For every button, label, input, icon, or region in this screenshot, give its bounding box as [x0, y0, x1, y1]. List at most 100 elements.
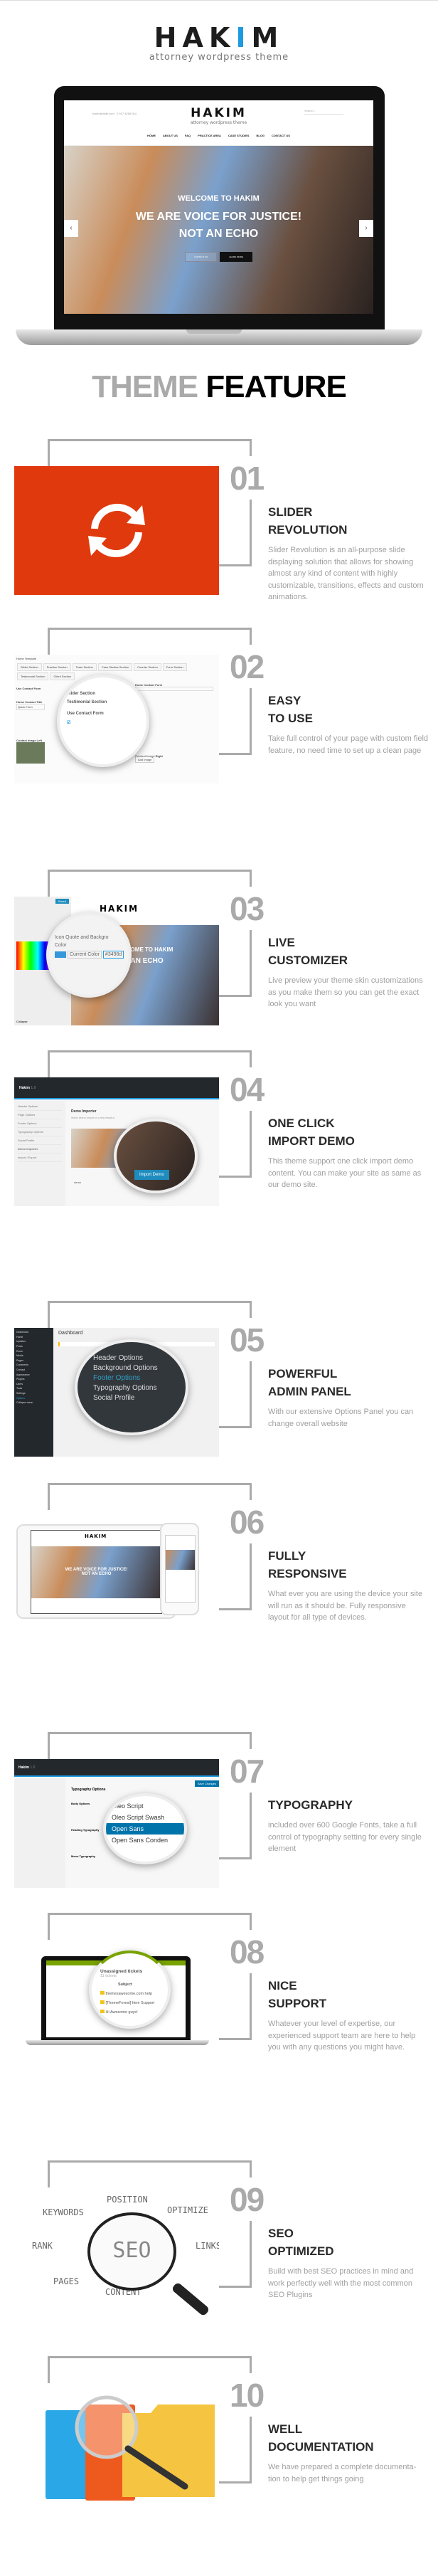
admin-menu-item[interactable]: Room [16, 1348, 51, 1353]
admin-menu-item[interactable]: Contact [16, 1368, 51, 1373]
bracket-divider [250, 1913, 252, 1930]
admin-menu-item[interactable]: Tools [16, 1386, 51, 1391]
bracket-divider [250, 1973, 252, 2040]
options-item[interactable]: Footer Options [93, 1374, 186, 1382]
font-option[interactable]: Oleo Script Swash [106, 1812, 184, 1823]
documentation-image [14, 2383, 219, 2512]
admin-menu-item[interactable]: Media [16, 1353, 51, 1358]
admin-menu-item[interactable]: Appearance [16, 1372, 51, 1377]
seo-magnifier-image: POSITION KEYWORDS OPTIMIZE RANK LINKS PAGES CO… [14, 2187, 219, 2316]
menu-item[interactable]: Footer Options [18, 1119, 62, 1128]
admin-menu-item[interactable]: Options [16, 1395, 51, 1400]
ticket-row[interactable]: Hi Awesome guys! [106, 2010, 138, 2015]
hero-headline: WE ARE VOICE FOR JUSTICE! NOT AN ECHO [135, 211, 302, 240]
nav-item[interactable]: ABOUT US [163, 134, 178, 137]
feature-number: 07 [230, 1753, 265, 1790]
tickets-heading: Unassigned tickets [100, 1969, 143, 1974]
tab-3[interactable]: Case Studies Section [97, 663, 133, 671]
learn-more-button[interactable]: LEARN MORE [220, 252, 253, 262]
feature-number: 06 [230, 1504, 265, 1541]
tab-4[interactable]: Counter Section [134, 663, 161, 671]
slider-prev-icon[interactable]: ‹ [64, 220, 78, 237]
feature-title: FULLY RESPONSIVE [268, 1549, 347, 1580]
contact-us-button[interactable]: CONTACT US [184, 252, 218, 262]
menu-item[interactable]: Demo Importer [18, 1145, 62, 1154]
hint: Works best to import on a new install of [71, 1117, 115, 1119]
font-option[interactable]: Open Sans Conden [106, 1835, 184, 1846]
feature-08: Unassigned tickets 11 tickets Subject them… [0, 1913, 438, 2084]
heading: Home Template [16, 657, 36, 660]
feature-03: Saved Collapse HAKIM WELCOME TO HAKIM NOT AN… [0, 870, 438, 1040]
seo-word: KEYWORDS [43, 2207, 84, 2217]
save-button[interactable]: Saved [55, 899, 69, 904]
admin-menu-item[interactable]: Posts [16, 1344, 51, 1349]
font-option[interactable]: Oleo Script [106, 1800, 184, 1812]
tab-5[interactable]: Form Section [162, 663, 187, 671]
ticket-row[interactable]: [ThemeForest] Item Support [106, 2001, 155, 2005]
feature-title: SLIDER REVOLUTION [268, 505, 348, 537]
feature-title: SEO OPTIMIZED [268, 2227, 334, 2258]
admin-menu-item[interactable]: Collapse menu [16, 1400, 51, 1405]
lens-label: Color [55, 943, 67, 948]
font-option[interactable]: Open Sans [106, 1823, 184, 1835]
nav-item[interactable]: CONTACT US [272, 134, 290, 137]
tab-7[interactable]: Client Section [50, 672, 75, 680]
bracket-divider [250, 1483, 252, 1500]
refresh-icon [88, 503, 145, 558]
admin-menu-item[interactable]: Home [16, 1335, 51, 1340]
menu-item[interactable]: Typography Options [18, 1128, 62, 1136]
customizer-screenshot: Saved Collapse HAKIM WELCOME TO HAKIM NOT AN… [14, 897, 219, 1025]
hero-welcome: WELCOME TO HAKIM [178, 194, 260, 203]
input-value[interactable]: Quick Form [16, 704, 45, 710]
add-image-button[interactable]: Add Image [135, 756, 155, 763]
nav-item[interactable]: CASE STUDIES [228, 134, 250, 137]
menu-item[interactable]: Social Profile [18, 1136, 62, 1145]
option-label: Menu Typography [71, 1854, 96, 1858]
menu-item[interactable]: Header Options [18, 1102, 62, 1111]
nav-item[interactable]: PRACTICE AREA [198, 134, 221, 137]
site-logo: HAKIM [100, 904, 139, 914]
options-item[interactable]: Social Profile [93, 1394, 186, 1402]
import-demo-button[interactable]: Import Demo [134, 1170, 169, 1180]
save-changes-button[interactable]: Save Changes [194, 1780, 219, 1787]
nav-item[interactable]: FAQ [185, 134, 191, 137]
feature-title: NICE SUPPORT [268, 1979, 327, 2010]
options-item[interactable]: Header Options [93, 1354, 186, 1362]
site-search-input[interactable]: Search... [304, 109, 343, 115]
menu-item[interactable]: Page Options [18, 1111, 62, 1119]
seo-word: OPTIMIZE [167, 2205, 208, 2215]
admin-menu-item[interactable]: Settings [16, 1391, 51, 1396]
options-item[interactable]: Typography Options [93, 1384, 186, 1392]
tab-6[interactable]: Testimonial Section [17, 672, 49, 680]
admin-menu-item[interactable]: Users [16, 1382, 51, 1387]
admin-menu-item[interactable]: Pages [16, 1358, 51, 1363]
feature-05: Dashboard Home Updates Posts Room Media Pages C… [0, 1301, 438, 1472]
ticket-row[interactable]: themesawesome.com help [106, 1992, 152, 1996]
slider-revolution-image [14, 466, 219, 595]
tab-1[interactable]: Practice Section [43, 663, 71, 671]
lens-tab: Slider Section [67, 692, 96, 696]
bracket-divider [250, 1732, 252, 1749]
options-item[interactable]: Background Options [93, 1364, 186, 1372]
bracket-divider [250, 2417, 252, 2483]
nav-item[interactable]: BLOG [256, 134, 265, 137]
slider-next-icon[interactable]: › [359, 220, 373, 237]
admin-menu-item[interactable]: Updates [16, 1339, 51, 1344]
tickets-count: 11 tickets [100, 1974, 117, 1978]
feature-number: 03 [230, 890, 265, 927]
feature-06: HAKIM WE ARE VOICE FOR JUSTICE! NOT AN ECH… [0, 1483, 438, 1654]
menu-item[interactable]: Import / Export [18, 1154, 62, 1162]
version: 1.0 [30, 1765, 36, 1770]
nav-item[interactable]: HOME [147, 134, 156, 137]
tab-0[interactable]: Slider Section [17, 663, 42, 671]
feature-number: 04 [230, 1071, 265, 1108]
feature-description: This theme support one click import demo… [268, 1157, 422, 1189]
admin-menu-item[interactable]: Comments [16, 1363, 51, 1368]
admin-menu-item[interactable]: Plugins [16, 1377, 51, 1382]
current-color-button[interactable]: Current Color [67, 951, 102, 959]
brand: Hakim [19, 1086, 31, 1090]
tab-2[interactable]: Team Section [72, 663, 97, 671]
collapse-button[interactable]: Collapse [16, 1020, 28, 1023]
admin-menu-item[interactable]: Dashboard [16, 1330, 51, 1335]
color-input[interactable]: #3498d [102, 951, 124, 959]
